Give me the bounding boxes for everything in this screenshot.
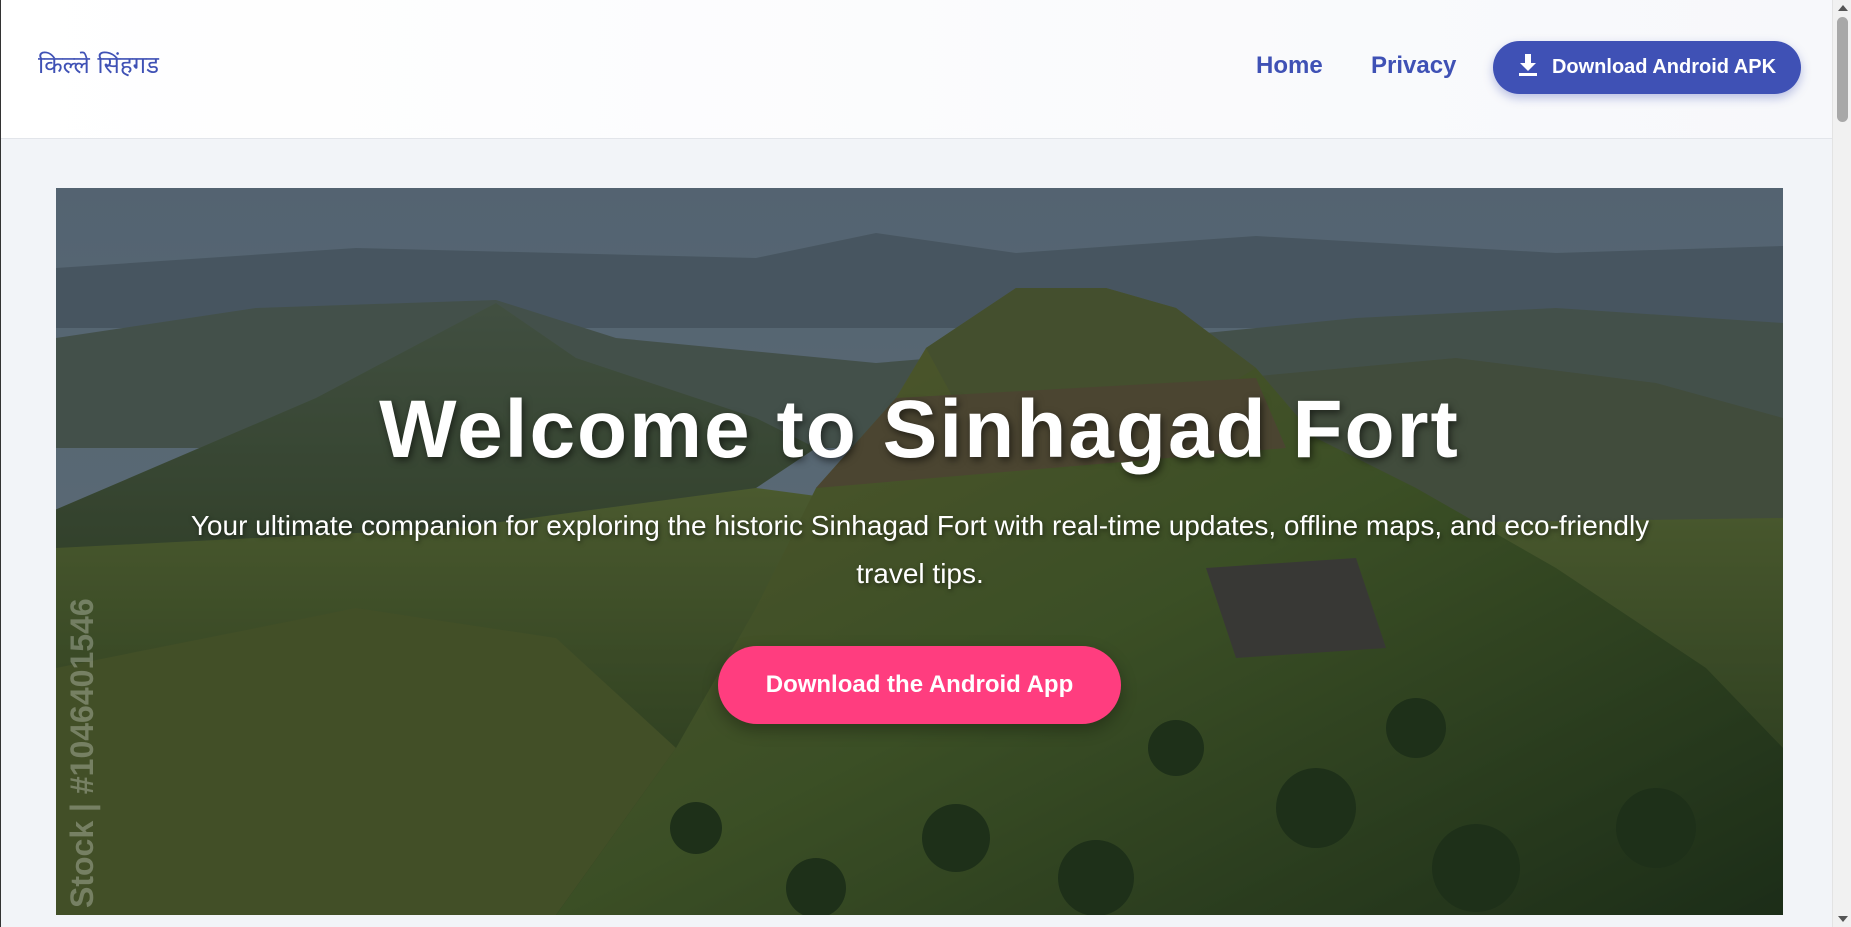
nav-link-privacy[interactable]: Privacy	[1371, 52, 1456, 80]
hero-banner: Stock | #1046401546 Welcome to Sinhagad …	[56, 188, 1783, 915]
download-android-app-button[interactable]: Download the Android App	[718, 646, 1121, 724]
scroll-thumb[interactable]	[1837, 17, 1848, 122]
hero-subtitle: Your ultimate companion for exploring th…	[190, 510, 1650, 589]
download-icon	[1518, 53, 1538, 82]
download-apk-button[interactable]: Download Android APK	[1493, 41, 1801, 94]
scroll-down-arrow-icon[interactable]	[1838, 916, 1848, 922]
nav-link-home[interactable]: Home	[1256, 52, 1323, 80]
stock-watermark: Stock | #1046401546	[64, 598, 100, 908]
brand-logo-text[interactable]: किल्ले सिंहगड	[38, 48, 159, 81]
vertical-scrollbar[interactable]	[1832, 0, 1851, 927]
hero-title: Welcome to Sinhagad Fort	[379, 384, 1460, 475]
navbar: किल्ले सिंहगड Home Privacy Download Andr…	[1, 0, 1833, 139]
download-apk-label: Download Android APK	[1551, 56, 1777, 78]
scroll-up-arrow-icon[interactable]	[1838, 5, 1848, 11]
